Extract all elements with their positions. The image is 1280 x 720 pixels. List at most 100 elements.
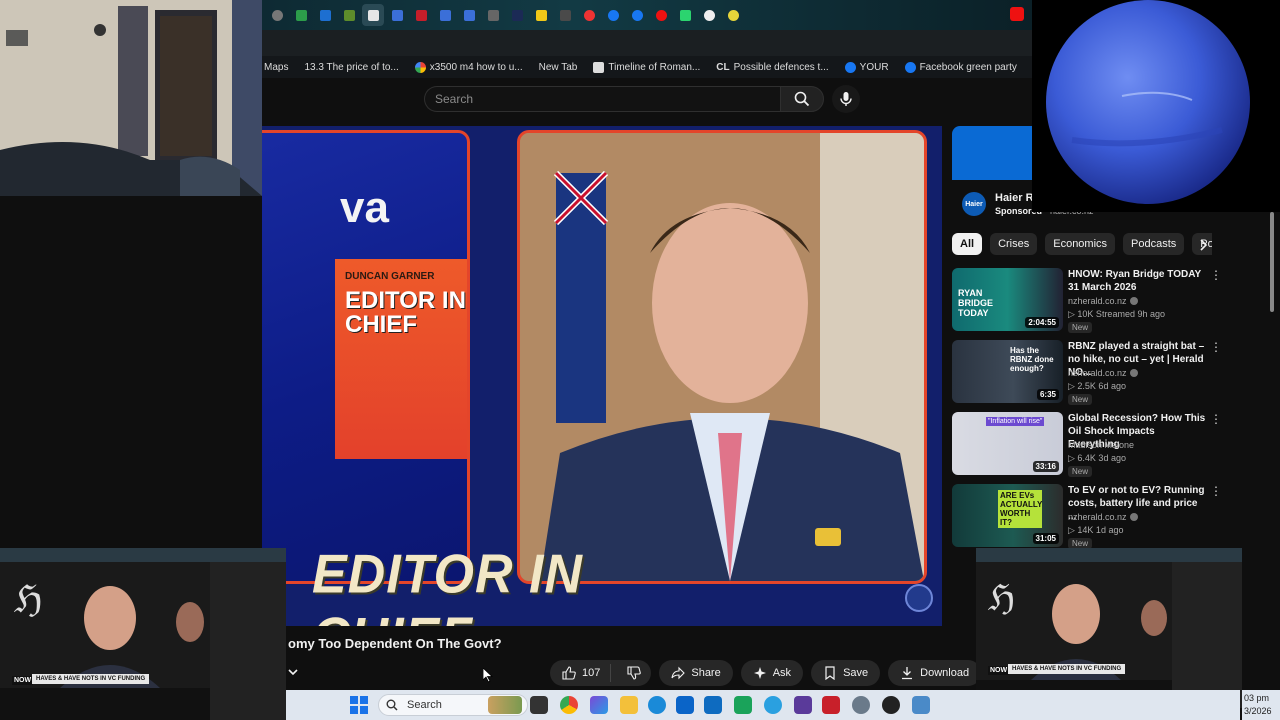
scrollbar[interactable]: [1268, 212, 1276, 312]
edge-icon[interactable]: [648, 696, 666, 714]
sparkle-icon: [753, 667, 766, 679]
chip-crises[interactable]: Crises: [990, 233, 1038, 255]
ad-thumbnail[interactable]: [952, 126, 1032, 180]
settings-icon[interactable]: [852, 696, 870, 714]
browser-tab[interactable]: [578, 4, 600, 26]
browser-tab[interactable]: [338, 4, 360, 26]
more-vertical-icon[interactable]: ⋮: [1210, 268, 1222, 282]
browser-tab[interactable]: [434, 4, 456, 26]
more-vertical-icon[interactable]: ⋮: [1210, 412, 1222, 426]
telegram-icon[interactable]: [764, 696, 782, 714]
browser-tab[interactable]: [698, 4, 720, 26]
browser-tab[interactable]: [482, 4, 504, 26]
bookmark-x3500[interactable]: x3500 m4 how to u...: [414, 61, 523, 73]
mini-browser-bar: [0, 548, 286, 562]
verified-icon: [1129, 369, 1138, 377]
browser-tab[interactable]: [554, 4, 576, 26]
search-button[interactable]: [780, 86, 824, 112]
cl-icon: CL: [716, 61, 730, 73]
browser-tab-strip: [262, 0, 1032, 30]
app-icon[interactable]: [822, 696, 840, 714]
app-icon[interactable]: [912, 696, 930, 714]
windows-start-icon[interactable]: [350, 696, 368, 714]
mini-headline: HAVES & HAVE NOTS IN VC FUNDING: [1008, 664, 1126, 674]
microphone-icon: [840, 92, 852, 106]
app-icon[interactable]: [794, 696, 812, 714]
browser-tab-active[interactable]: [362, 4, 384, 26]
channel-logo-text: va: [340, 183, 389, 232]
bookmark-maps[interactable]: Maps: [264, 62, 288, 73]
bookmark-icon: [825, 666, 835, 680]
browser-tab[interactable]: [626, 4, 648, 26]
ask-button[interactable]: Ask: [740, 660, 804, 686]
chip-podcasts[interactable]: Podcasts: [1123, 233, 1185, 255]
more-vertical-icon[interactable]: ⋮: [1210, 340, 1222, 354]
channel-watermark[interactable]: [905, 584, 933, 612]
browser-tab[interactable]: [602, 4, 624, 26]
bookmark-timeline-roman[interactable]: Timeline of Roman...: [593, 61, 700, 73]
browser-tab[interactable]: [530, 4, 552, 26]
voice-search-button[interactable]: [832, 85, 860, 113]
search-highlight-icon[interactable]: [488, 696, 522, 714]
copilot-icon[interactable]: [590, 696, 608, 714]
dislike-button[interactable]: [617, 666, 651, 680]
browser-tab[interactable]: [386, 4, 408, 26]
video-actions: 107 Share Ask Save Download: [550, 660, 1016, 686]
download-button[interactable]: Download: [888, 660, 982, 686]
browser-tab[interactable]: [266, 4, 288, 26]
mini-now-badge: NOW: [12, 676, 34, 685]
search-icon: [794, 91, 810, 107]
filter-chips: All Crises Economics Podcasts Poli: [952, 233, 1212, 257]
verified-icon: [1129, 297, 1138, 305]
bookmark-new-tab[interactable]: New Tab: [539, 62, 578, 73]
video-thumbnail[interactable]: "Inflation will rise" 33:16: [952, 412, 1063, 475]
video-thumbnail[interactable]: RYAN BRIDGE TODAY 2:04:55: [952, 268, 1063, 331]
bookmark-facebook-green-party[interactable]: Facebook green party: [904, 61, 1017, 73]
chevron-right-icon[interactable]: [1196, 238, 1210, 252]
browser-tab[interactable]: [458, 4, 480, 26]
recommendation-item[interactable]: Has the RBNZ done enough? 6:35 RBNZ play…: [952, 340, 1222, 406]
video-player[interactable]: va DUNCAN GARNER EDITOR IN CHIEF LI EDIT…: [262, 126, 942, 626]
bookmark-price-of[interactable]: 13.3 The price of to...: [304, 62, 398, 73]
video-title: omy Too Dependent On The Govt?: [288, 636, 502, 651]
app-icon[interactable]: [734, 696, 752, 714]
mouse-cursor-icon: [483, 668, 493, 683]
youtube-tab-icon[interactable]: [1010, 7, 1024, 21]
browser-tab[interactable]: [314, 4, 336, 26]
webcam-room-image: [0, 0, 262, 196]
taskbar-clock[interactable]: 03 pm 3/2026: [1242, 690, 1280, 720]
browser-tab[interactable]: [722, 4, 744, 26]
outlook-icon[interactable]: [676, 696, 694, 714]
task-view-icon[interactable]: [530, 696, 548, 714]
haier-logo: Haier: [962, 192, 986, 216]
address-bar[interactable]: [262, 30, 1032, 56]
save-button[interactable]: Save: [811, 660, 881, 686]
file-explorer-icon[interactable]: [620, 696, 638, 714]
browser-tab[interactable]: [650, 4, 672, 26]
svg-text:ℌ: ℌ: [988, 578, 1015, 618]
chevron-down-icon[interactable]: [286, 665, 300, 679]
recommendation-item[interactable]: "Inflation will rise" 33:16 Global Reces…: [952, 412, 1222, 478]
chip-economics[interactable]: Economics: [1045, 233, 1116, 255]
browser-tab[interactable]: [674, 4, 696, 26]
wikipedia-icon: [593, 61, 605, 73]
share-button[interactable]: Share: [659, 660, 733, 686]
facebook-icon: [844, 61, 856, 73]
more-vertical-icon[interactable]: ⋮: [1210, 484, 1222, 498]
recommendation-item[interactable]: RYAN BRIDGE TODAY 2:04:55 HNOW: Ryan Bri…: [952, 268, 1222, 334]
video-thumbnail[interactable]: ARE EVs ACTUALLY WORTH IT? 31:05: [952, 484, 1063, 547]
app-icon[interactable]: [882, 696, 900, 714]
browser-tab[interactable]: [290, 4, 312, 26]
browser-tab[interactable]: [410, 4, 432, 26]
store-icon[interactable]: [704, 696, 722, 714]
bookmark-your[interactable]: YOUR: [844, 61, 889, 73]
chip-all[interactable]: All: [952, 233, 983, 255]
search-input[interactable]: Search: [424, 86, 780, 112]
chrome-icon[interactable]: [560, 696, 578, 714]
browser-tab[interactable]: [506, 4, 528, 26]
screen: Maps 13.3 The price of to... x3500 m4 ho…: [0, 0, 1280, 720]
bookmark-possible-defences[interactable]: CL Possible defences t...: [716, 62, 828, 73]
like-button[interactable]: 107: [550, 664, 612, 682]
recommendation-item[interactable]: ARE EVs ACTUALLY WORTH IT? 31:05 To EV o…: [952, 484, 1222, 550]
video-thumbnail[interactable]: Has the RBNZ done enough? 6:35: [952, 340, 1063, 403]
